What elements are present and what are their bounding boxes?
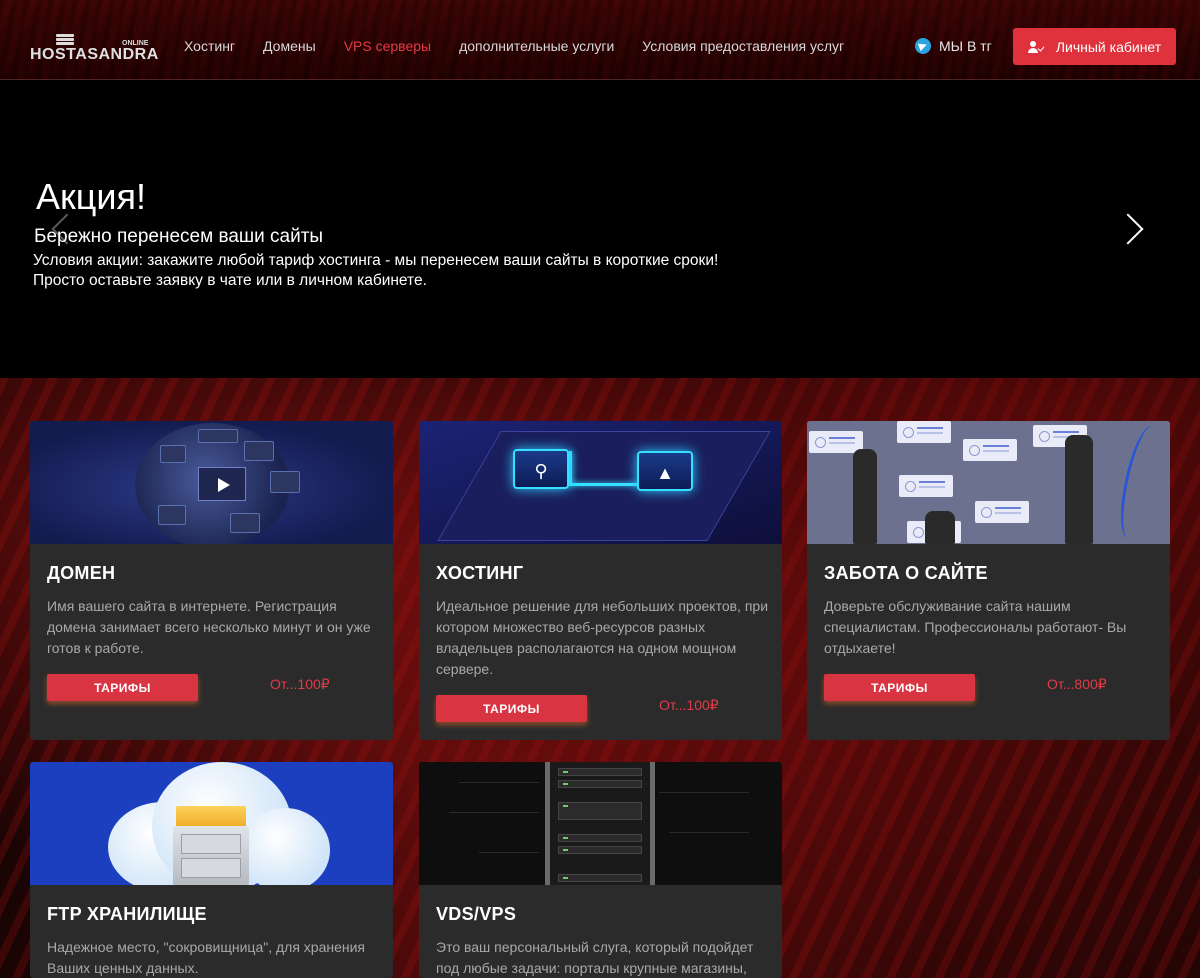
service-card-ftp: FTP ХРАНИЛИЩЕ Надежное место, "сокровищн… <box>30 762 393 978</box>
card-description: Это ваш персональный слуга, который подо… <box>436 939 754 976</box>
card-description: Доверьте обслуживание сайта нашим специа… <box>824 598 1127 656</box>
account-button[interactable]: Личный кабинет <box>1013 28 1176 65</box>
site-header: HOSTASANDRA ONLINE Хостинг Домены VPS се… <box>0 0 1200 80</box>
service-card-vds: VDS/VPS Это ваш персональный слуга, кото… <box>419 762 782 978</box>
tariffs-button[interactable]: ТАРИФЫ <box>47 674 198 701</box>
promo-subtitle: Бережно перенесем ваши сайты <box>34 226 324 247</box>
card-title: FTP ХРАНИЛИЩЕ <box>47 904 207 924</box>
vds-illustration <box>419 762 782 885</box>
card-title: ХОСТИНГ <box>436 563 524 583</box>
promo-line-2: Просто оставьте заявку в чате или в личн… <box>33 272 427 289</box>
database-chip-icon: ⚲ <box>513 449 569 489</box>
card-price: От...800₽ <box>1047 676 1107 692</box>
nav-item-hosting[interactable]: Хостинг <box>184 38 235 54</box>
promo-line-1: Условия акции: закажите любой тариф хост… <box>33 252 719 269</box>
card-title: VDS/VPS <box>436 904 517 924</box>
tariffs-button[interactable]: ТАРИФЫ <box>824 674 975 701</box>
card-description: Идеальное решение для небольших проектов… <box>436 598 769 677</box>
service-card-domain: ДОМЕН Имя вашего сайта в интернете. Реги… <box>30 421 393 740</box>
telegram-label: МЫ В тг <box>939 38 992 54</box>
play-icon <box>198 467 246 501</box>
telegram-link[interactable]: МЫ В тг <box>915 38 992 54</box>
carousel-next-icon[interactable] <box>1112 213 1144 245</box>
card-price: От...100₽ <box>270 676 330 692</box>
tariffs-button[interactable]: ТАРИФЫ <box>436 695 587 722</box>
ftp-illustration <box>30 762 393 885</box>
service-card-site-care: ЗАБОТА О САЙТЕ Доверьте обслуживание сай… <box>807 421 1170 740</box>
card-title: ДОМЕН <box>47 563 116 583</box>
logo-text: HOSTASANDRA <box>30 46 159 63</box>
promo-description: Условия акции: закажите любой тариф хост… <box>33 251 718 291</box>
card-title: ЗАБОТА О САЙТЕ <box>824 563 988 583</box>
server-rack-icon <box>545 762 655 885</box>
server-logo-icon <box>56 34 74 45</box>
card-price: От...100₽ <box>659 697 719 713</box>
logo-badge: ONLINE <box>122 40 149 47</box>
nav-item-extra-services[interactable]: дополнительные услуги <box>459 38 614 54</box>
card-description: Надежное место, "сокровищница", для хран… <box>47 939 366 976</box>
logo[interactable]: HOSTASANDRA ONLINE <box>30 34 158 64</box>
service-card-hosting: ⚲ ▲ ХОСТИНГ Идеальное решение для неболь… <box>419 421 782 740</box>
promo-title: Акция! <box>36 176 146 217</box>
server-chip-icon: ▲ <box>637 451 693 491</box>
domain-illustration <box>30 421 393 544</box>
nav-item-domains[interactable]: Домены <box>263 38 316 54</box>
nav-item-vps[interactable]: VPS серверы <box>344 38 431 54</box>
telegram-icon <box>915 38 931 54</box>
user-check-icon <box>1027 40 1045 53</box>
file-cabinet-icon <box>173 826 249 885</box>
card-description: Имя вашего сайта в интернете. Регистраци… <box>47 598 371 656</box>
nav-item-terms[interactable]: Условия предоставления услуг <box>642 38 844 54</box>
promo-carousel: Акция! Бережно перенесем ваши сайты Усло… <box>0 80 1200 378</box>
account-button-label: Личный кабинет <box>1055 38 1162 55</box>
site-care-illustration <box>807 421 1170 544</box>
main-nav: Хостинг Домены VPS серверы дополнительны… <box>184 38 872 54</box>
hosting-illustration: ⚲ ▲ <box>419 421 782 544</box>
